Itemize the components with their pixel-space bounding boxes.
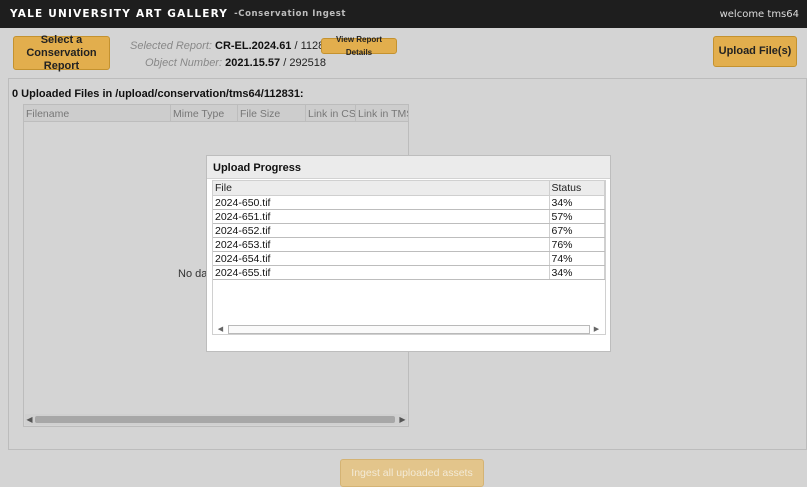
app-subtitle: -Conservation Ingest: [234, 9, 347, 19]
welcome-user[interactable]: welcome tms64: [720, 9, 799, 20]
object-number-id: / 292518: [280, 57, 327, 69]
ingest-all-button[interactable]: Ingest all uploaded assets: [340, 459, 484, 487]
table-row[interactable]: 2024-654.tif 74%: [213, 251, 605, 266]
column-file-size[interactable]: File Size: [238, 105, 306, 121]
selected-report-value: CR-EL.2024.61: [215, 40, 292, 52]
file-name: 2024-654.tif: [213, 251, 550, 266]
scroll-right-icon[interactable]: ▶: [592, 324, 601, 335]
grid-horizontal-scrollbar[interactable]: ◀ ▶: [25, 414, 407, 425]
grid-header: Filename Mime Type File Size Link in CS …: [24, 105, 408, 122]
column-link-in-cs[interactable]: Link in CS: [306, 105, 356, 121]
column-status[interactable]: Status: [549, 181, 605, 196]
file-name: 2024-651.tif: [213, 209, 550, 224]
table-row[interactable]: 2024-651.tif 57%: [213, 209, 605, 224]
file-name: 2024-655.tif: [213, 265, 550, 280]
report-info: Selected Report: CR-EL.2024.61 / 112831 …: [130, 38, 337, 72]
top-bar: YALE UNIVERSITY ART GALLERY -Conservatio…: [0, 0, 807, 28]
scrollbar-track[interactable]: [228, 325, 590, 334]
file-name: 2024-650.tif: [213, 195, 550, 210]
upload-status: 34%: [549, 195, 605, 210]
column-mime-type[interactable]: Mime Type: [171, 105, 238, 121]
selected-report-label: Selected Report:: [130, 40, 212, 52]
upload-status: 57%: [549, 209, 605, 224]
upload-status: 74%: [549, 251, 605, 266]
column-link-in-tms[interactable]: Link in TMS: [356, 105, 408, 121]
column-file[interactable]: File: [213, 181, 550, 196]
upload-status: 67%: [549, 223, 605, 238]
upload-files-button[interactable]: Upload File(s): [713, 36, 797, 67]
object-number-value: 2021.15.57: [225, 57, 281, 69]
upload-progress-title: Upload Progress: [207, 156, 610, 179]
scroll-left-icon[interactable]: ◀: [25, 414, 34, 425]
upload-progress-grid: File Status 2024-650.tif 34% 2024-651.tif…: [212, 180, 606, 335]
uploaded-files-title: 0 Uploaded Files in /upload/conservation…: [12, 88, 304, 100]
file-name: 2024-653.tif: [213, 237, 550, 252]
scroll-right-icon[interactable]: ▶: [398, 414, 407, 425]
scrollbar-thumb[interactable]: [35, 416, 395, 423]
upload-status: 76%: [549, 237, 605, 252]
file-name: 2024-652.tif: [213, 223, 550, 238]
select-report-line1: Select a: [40, 33, 83, 46]
upload-progress-dialog: Upload Progress File Status 2024-650.tif…: [206, 155, 611, 352]
select-report-line2: Conservation Report: [26, 46, 97, 72]
object-number-label: Object Number:: [145, 57, 223, 69]
brand-title: YALE UNIVERSITY ART GALLERY: [10, 8, 229, 20]
upload-status: 34%: [549, 265, 605, 280]
table-row[interactable]: 2024-653.tif 76%: [213, 237, 605, 252]
view-report-details-button[interactable]: View Report Details: [321, 35, 397, 57]
table-row[interactable]: 2024-650.tif 34%: [213, 195, 605, 210]
table-row[interactable]: 2024-652.tif 67%: [213, 223, 605, 238]
progress-horizontal-scrollbar[interactable]: ◀ ▶: [216, 324, 601, 335]
table-row[interactable]: 2024-655.tif 34%: [213, 265, 605, 280]
select-conservation-report-button[interactable]: Select a Conservation Report: [13, 33, 110, 72]
scroll-left-icon[interactable]: ◀: [216, 324, 225, 335]
column-filename[interactable]: Filename: [24, 105, 171, 121]
